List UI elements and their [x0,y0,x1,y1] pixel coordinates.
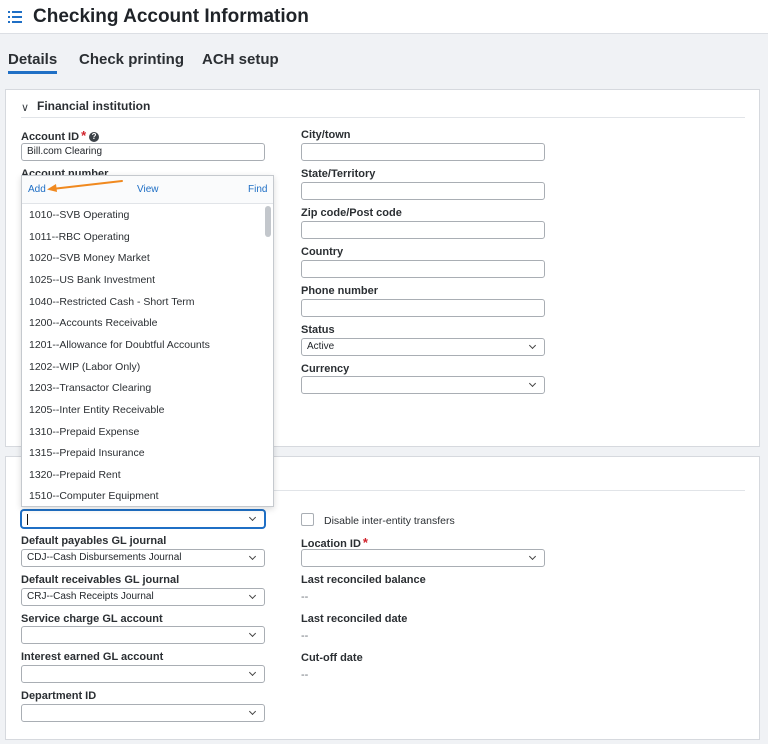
section-header[interactable]: ∨ Financial institution [21,98,745,118]
city-label: City/town [301,129,351,141]
list-menu-icon[interactable] [8,11,22,23]
city-field[interactable] [301,143,545,161]
add-link[interactable]: Add [28,184,46,195]
department-id-select[interactable] [21,704,265,722]
scrollbar-thumb[interactable] [265,206,271,237]
zip-label: Zip code/Post code [301,207,402,219]
country-field[interactable] [301,260,545,278]
status-label: Status [301,324,335,336]
currency-select[interactable] [301,376,545,394]
list-item[interactable]: 1025--US Bank Investment [29,274,155,286]
payables-journal-label: Default payables GL journal [21,535,167,547]
page-title: Checking Account Information [33,6,309,27]
country-label: Country [301,246,344,258]
gl-account-dropdown: Add View Find 1010--SVB Operating 1011--… [21,175,274,507]
annotation-arrow-icon [47,180,123,192]
list-item[interactable]: 1315--Prepaid Insurance [29,447,145,459]
list-item[interactable]: 1320--Prepaid Rent [29,469,121,481]
service-charge-label: Service charge GL account [21,613,163,625]
text-caret [27,514,28,525]
receivables-journal-select[interactable]: CRJ--Cash Receipts Journal [21,588,265,606]
tab-check-printing[interactable]: Check printing [79,51,184,68]
view-link[interactable]: View [137,184,159,195]
tab-details[interactable]: Details [8,51,58,74]
receivables-journal-label: Default receivables GL journal [21,574,180,586]
status-select[interactable]: Active [301,338,545,356]
last-reconciled-balance-value: -- [301,591,309,603]
list-item[interactable]: 1205--Inter Entity Receivable [29,404,164,416]
list-item[interactable]: 1010--SVB Operating [29,209,129,221]
dropdown-scrollbar[interactable] [265,206,271,506]
list-item[interactable]: 1201--Allowance for Doubtful Accounts [29,339,210,351]
cutoff-date-label: Cut-off date [301,652,363,664]
last-reconciled-date-value: -- [301,630,309,642]
department-id-label: Department ID [21,690,97,702]
interest-earned-select[interactable] [21,665,265,683]
currency-label: Currency [301,363,350,375]
section-title: Financial institution [37,99,151,113]
account-id-field[interactable]: Bill.com Clearing [21,143,265,161]
find-link[interactable]: Find [248,184,267,195]
last-reconciled-date-label: Last reconciled date [301,613,408,625]
disable-transfers-checkbox[interactable] [301,513,314,526]
phone-label: Phone number [301,285,379,297]
list-item[interactable]: 1203--Transactor Clearing [29,382,151,394]
required-marker: * [81,128,87,143]
list-item[interactable]: 1310--Prepaid Expense [29,426,139,438]
top-bar: Checking Account Information [0,0,768,34]
location-id-select[interactable] [301,549,545,567]
list-item[interactable]: 1011--RBC Operating [29,231,130,243]
location-id-label: Location ID * [301,535,368,550]
tab-bar: Details Check printing ACH setup [0,34,768,74]
disable-transfers-label: Disable inter-entity transfers [324,515,455,527]
chevron-down-icon: ∨ [21,102,30,114]
cutoff-date-value: -- [301,669,309,681]
service-charge-select[interactable] [21,626,265,644]
payables-journal-select[interactable]: CDJ--Cash Disbursements Journal [21,549,265,567]
gl-account-select[interactable] [21,510,265,528]
state-field[interactable] [301,182,545,200]
state-label: State/Territory [301,168,376,180]
tab-ach-setup[interactable]: ACH setup [202,51,279,68]
list-item[interactable]: 1200--Accounts Receivable [29,317,157,329]
account-id-label: Account ID *? [21,128,100,143]
phone-field[interactable] [301,299,545,317]
list-item[interactable]: 1040--Restricted Cash - Short Term [29,296,195,308]
required-marker: * [362,535,368,550]
zip-field[interactable] [301,221,545,239]
interest-earned-label: Interest earned GL account [21,651,164,663]
last-reconciled-balance-label: Last reconciled balance [301,574,426,586]
list-item[interactable]: 1202--WIP (Labor Only) [29,361,140,373]
help-icon[interactable]: ? [89,132,100,142]
list-item[interactable]: 1020--SVB Money Market [29,252,150,264]
list-item[interactable]: 1510--Computer Equipment [29,490,159,502]
